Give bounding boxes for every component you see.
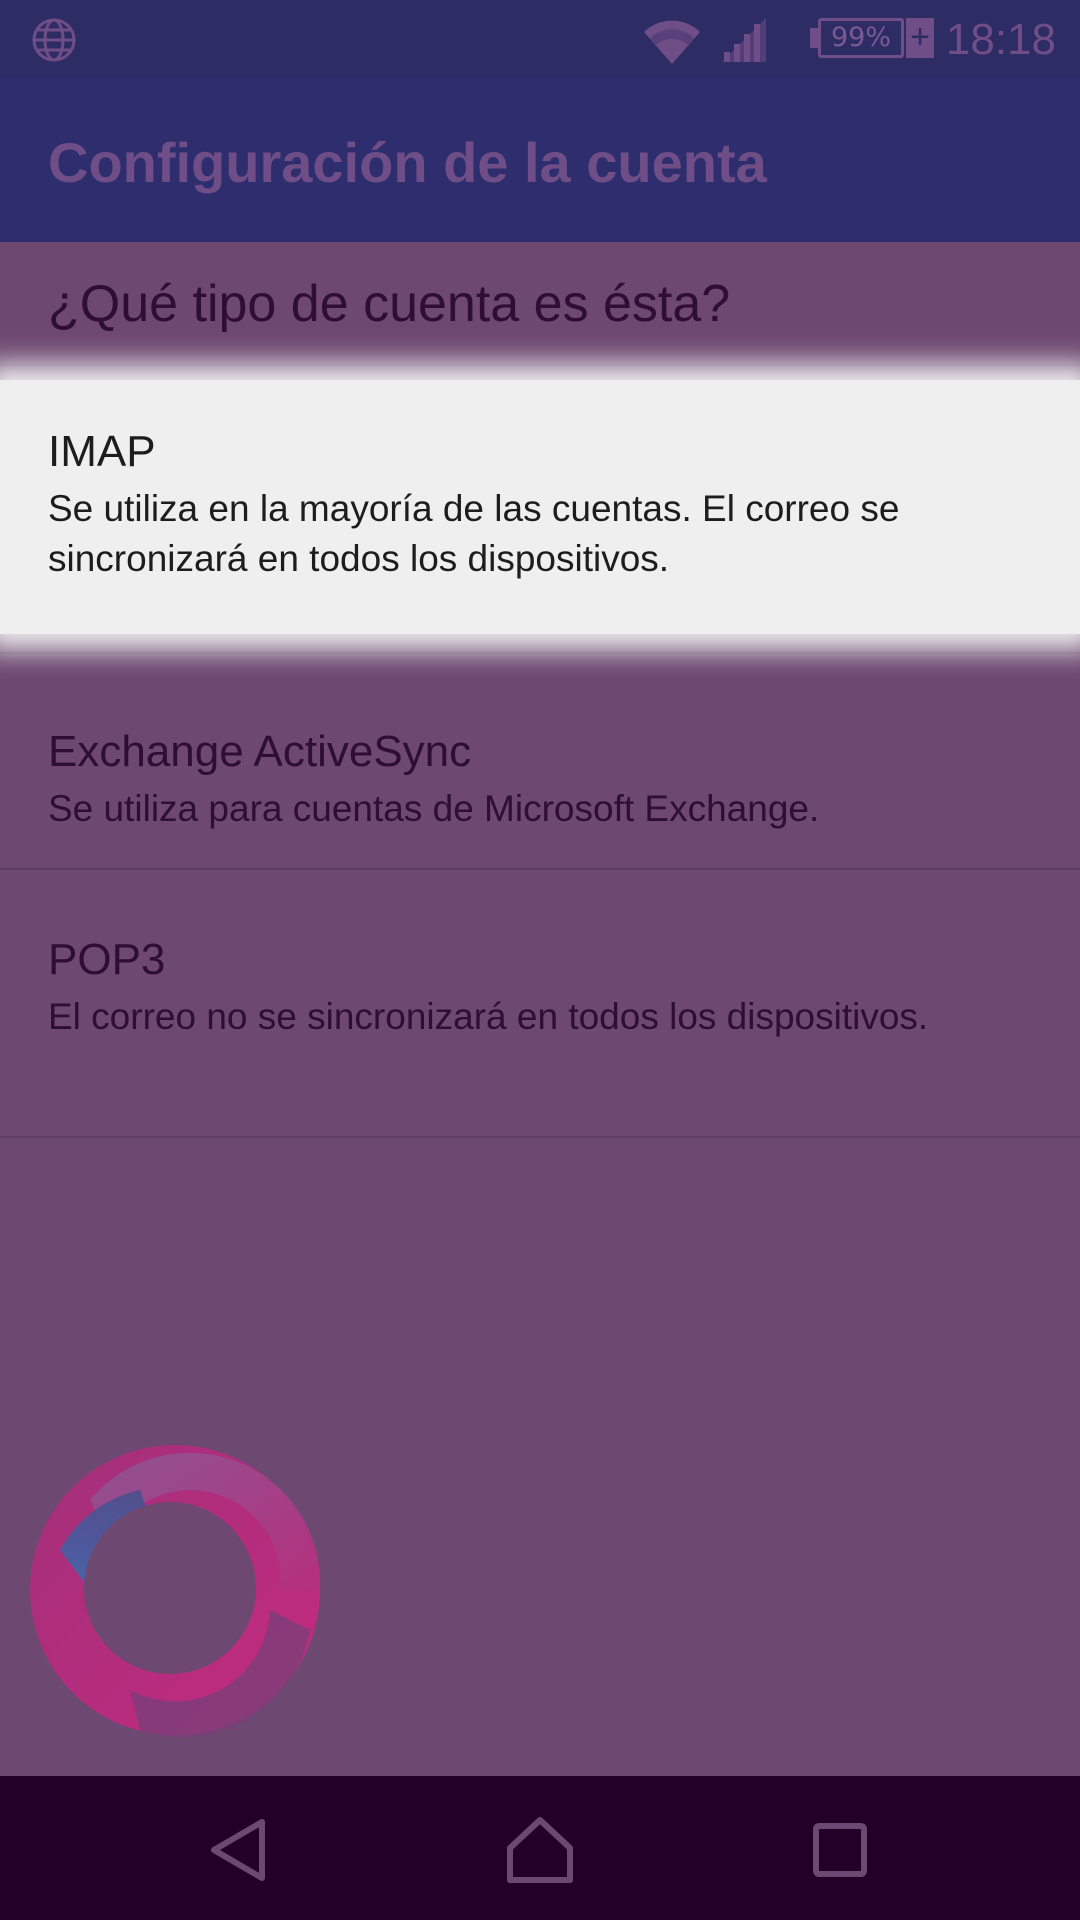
back-icon[interactable] <box>200 1810 280 1890</box>
option-pop3[interactable]: POP3 El correo no se sincronizará en tod… <box>0 870 1080 1138</box>
charging-indicator: + <box>906 18 934 58</box>
option-title: POP3 <box>48 935 166 984</box>
account-type-question: ¿Qué tipo de cuenta es ésta? <box>0 242 1080 366</box>
option-title: IMAP <box>48 427 156 476</box>
navigation-bar <box>0 1776 1080 1920</box>
home-icon[interactable] <box>500 1810 580 1890</box>
battery-nub <box>810 28 818 48</box>
status-bar: 99% + 18:18 <box>0 0 1080 78</box>
option-imap[interactable]: IMAP Se utiliza en la mayoría de las cue… <box>0 380 1080 634</box>
question-text: ¿Qué tipo de cuenta es ésta? <box>48 275 731 333</box>
option-description: Se utiliza en la mayoría de las cuentas.… <box>48 488 900 579</box>
screen: 99% + 18:18 Configuración de la cuenta ¿… <box>0 0 1080 1920</box>
page-title: Configuración de la cuenta <box>48 131 767 194</box>
option-description: El correo no se sincronizará en todos lo… <box>48 996 929 1037</box>
option-description: Se utiliza para cuentas de Microsoft Exc… <box>48 788 820 829</box>
battery-icon: 99% + <box>810 14 934 62</box>
cell-signal-icon <box>722 18 766 62</box>
battery-percent: 99% <box>818 18 904 58</box>
app-bar: Configuración de la cuenta <box>0 78 1080 242</box>
globe-icon <box>32 18 76 62</box>
recent-apps-icon[interactable] <box>800 1810 880 1890</box>
option-exchange-activesync[interactable]: Exchange ActiveSync Se utiliza para cuen… <box>0 652 1080 870</box>
assistant-logo-icon[interactable] <box>30 1440 324 1738</box>
status-time: 18:18 <box>945 15 1056 64</box>
wifi-icon <box>644 20 700 65</box>
account-type-options: IMAP Se utiliza en la mayoría de las cue… <box>0 380 1080 1138</box>
option-title: Exchange ActiveSync <box>48 727 472 776</box>
